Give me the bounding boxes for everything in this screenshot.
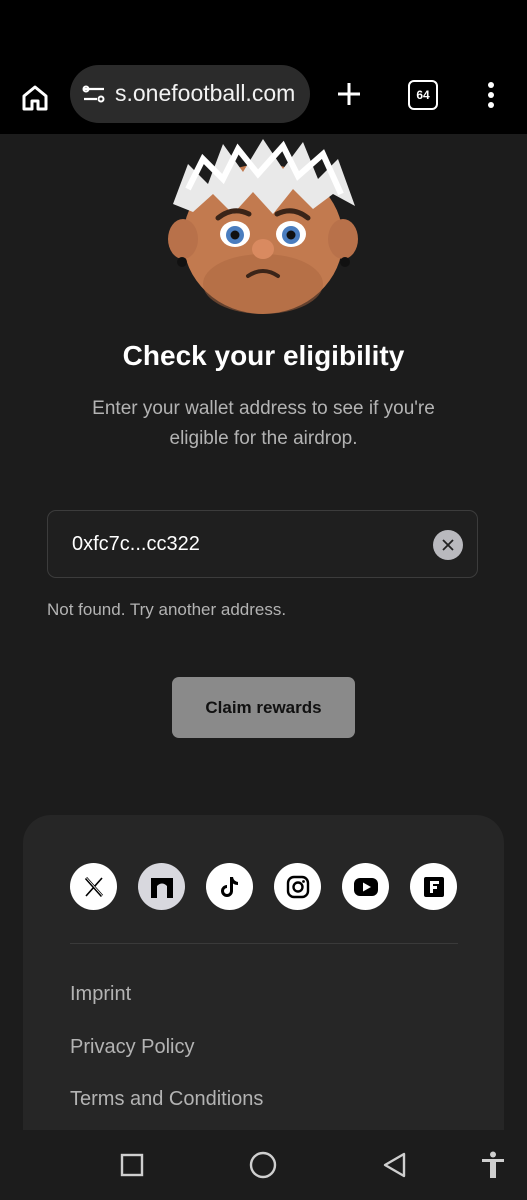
x-icon bbox=[84, 876, 103, 897]
home-nav-button[interactable] bbox=[248, 1150, 278, 1180]
wallet-address-value[interactable]: 0xfc7c...cc322 bbox=[72, 533, 200, 556]
error-message: Not found. Try another address. bbox=[47, 600, 287, 619]
back-triangle-icon bbox=[383, 1152, 406, 1178]
footer-divider bbox=[70, 943, 458, 944]
accessibility-icon bbox=[482, 1151, 504, 1178]
plus-icon bbox=[338, 83, 360, 105]
tiktok-social-button[interactable] bbox=[206, 863, 253, 910]
page-title: Check your eligibility bbox=[122, 340, 405, 371]
site-settings-icon[interactable] bbox=[82, 82, 106, 106]
close-icon bbox=[442, 539, 454, 551]
new-tab-button[interactable] bbox=[330, 75, 368, 113]
browser-toolbar: s.onefootball.com 64 bbox=[0, 60, 527, 134]
square-icon bbox=[120, 1153, 144, 1177]
privacy-policy-link[interactable]: Privacy Policy bbox=[70, 1036, 194, 1059]
tab-switcher-button[interactable]: 64 bbox=[408, 80, 438, 110]
arch-social-button[interactable] bbox=[138, 863, 185, 910]
circle-icon bbox=[249, 1151, 277, 1179]
youtube-social-button[interactable] bbox=[342, 863, 389, 910]
f-icon bbox=[423, 876, 444, 897]
instagram-social-button[interactable] bbox=[274, 863, 321, 910]
youtube-icon bbox=[353, 877, 378, 896]
clear-input-button[interactable] bbox=[433, 530, 463, 560]
home-button[interactable] bbox=[15, 78, 55, 118]
address-bar[interactable]: s.onefootball.com bbox=[70, 65, 310, 123]
page-subtitle: Enter your wallet address to see if you'… bbox=[92, 398, 435, 449]
imprint-link[interactable]: Imprint bbox=[70, 983, 131, 1006]
back-button[interactable] bbox=[380, 1150, 410, 1180]
more-vert-icon bbox=[488, 82, 494, 108]
home-icon bbox=[22, 85, 48, 111]
system-navigation-bar bbox=[0, 1130, 527, 1200]
arch-icon bbox=[150, 877, 173, 898]
recents-button[interactable] bbox=[117, 1150, 147, 1180]
claim-rewards-button[interactable]: Claim rewards bbox=[172, 677, 355, 738]
url-text[interactable]: s.onefootball.com bbox=[115, 80, 295, 107]
x-social-button[interactable] bbox=[70, 863, 117, 910]
instagram-icon bbox=[286, 875, 309, 898]
tiktok-icon bbox=[220, 876, 238, 897]
terms-link[interactable]: Terms and Conditions bbox=[70, 1088, 263, 1111]
wallet-address-input[interactable]: 0xfc7c...cc322 bbox=[47, 510, 478, 578]
footer: Imprint Privacy Policy Terms and Conditi… bbox=[23, 815, 504, 1145]
sad-character-avatar bbox=[168, 139, 358, 314]
status-bar bbox=[0, 0, 527, 60]
f-social-button[interactable] bbox=[410, 863, 457, 910]
overflow-menu-button[interactable] bbox=[480, 78, 502, 112]
accessibility-button[interactable] bbox=[478, 1150, 508, 1180]
social-links bbox=[70, 863, 460, 911]
